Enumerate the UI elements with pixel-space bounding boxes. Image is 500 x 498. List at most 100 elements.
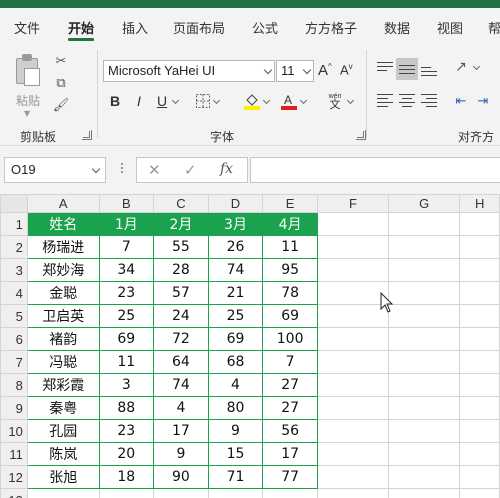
align-right-icon[interactable] xyxy=(421,94,437,108)
table-header-cell[interactable]: 4月 xyxy=(262,212,318,236)
chevron-down-icon[interactable] xyxy=(171,96,180,105)
empty-cell[interactable] xyxy=(459,373,500,397)
align-middle-icon[interactable] xyxy=(399,62,415,76)
table-cell[interactable]: 9 xyxy=(153,442,209,466)
decrease-indent-icon[interactable]: ⇤ xyxy=(452,92,470,110)
empty-cell[interactable] xyxy=(316,235,390,259)
table-cell[interactable]: 55 xyxy=(153,235,209,259)
empty-cell[interactable] xyxy=(316,396,390,420)
empty-cell[interactable] xyxy=(459,350,500,374)
empty-cell[interactable] xyxy=(316,327,390,351)
column-header-c[interactable]: C xyxy=(153,194,209,213)
empty-cell[interactable] xyxy=(459,304,500,328)
phonetic-guide-icon[interactable]: wén 文 xyxy=(324,92,346,111)
empty-cell[interactable] xyxy=(388,373,461,397)
table-cell[interactable]: 23 xyxy=(98,281,155,305)
table-cell[interactable]: 56 xyxy=(262,419,318,443)
table-cell[interactable]: 郑彩霞 xyxy=(26,373,100,397)
empty-cell[interactable] xyxy=(388,442,461,466)
paste-dropdown-icon[interactable]: ▼ xyxy=(24,109,30,118)
empty-cell[interactable] xyxy=(388,488,461,498)
table-cell[interactable]: 张旭 xyxy=(26,465,100,489)
empty-cell[interactable] xyxy=(459,235,500,259)
table-cell[interactable]: 95 xyxy=(262,258,318,282)
align-bottom-icon[interactable] xyxy=(421,62,437,76)
row-header[interactable]: 1 xyxy=(0,212,28,236)
bold-button[interactable]: B xyxy=(106,92,124,110)
tab-file[interactable]: 文件 xyxy=(14,18,40,37)
empty-cell[interactable] xyxy=(316,212,390,236)
table-cell[interactable]: 69 xyxy=(262,304,318,328)
increase-font-icon[interactable]: A^ xyxy=(318,62,332,79)
table-cell[interactable]: 15 xyxy=(207,442,264,466)
table-cell[interactable]: 78 xyxy=(262,281,318,305)
row-header[interactable]: 11 xyxy=(0,442,28,466)
empty-cell[interactable] xyxy=(316,258,390,282)
empty-cell[interactable] xyxy=(316,304,390,328)
table-cell[interactable]: 26 xyxy=(207,235,264,259)
underline-button[interactable]: U xyxy=(153,92,171,110)
cancel-icon[interactable]: ✕ xyxy=(148,161,161,179)
empty-cell[interactable] xyxy=(316,488,390,498)
sheet-table[interactable]: ABCDEFGH 1 姓名 1月 2月 3月 4月 2 杨瑞进 7 55 26 11 3 郑妙海 34 28 7… xyxy=(0,194,500,498)
table-cell[interactable]: 57 xyxy=(153,281,209,305)
table-cell[interactable]: 28 xyxy=(153,258,209,282)
chevron-down-icon[interactable] xyxy=(472,62,481,71)
table-cell[interactable]: 100 xyxy=(262,327,318,351)
empty-cell[interactable] xyxy=(388,350,461,374)
table-cell[interactable]: 陈岚 xyxy=(26,442,100,466)
tab-help[interactable]: 帮 xyxy=(488,18,500,37)
row-header[interactable]: 8 xyxy=(0,373,28,397)
cut-icon[interactable]: ✂ xyxy=(52,52,70,70)
decrease-font-icon[interactable]: Av xyxy=(340,62,353,77)
column-header-a[interactable]: A xyxy=(26,194,100,213)
table-header-cell[interactable]: 1月 xyxy=(98,212,155,236)
insert-function-icon[interactable]: fx xyxy=(220,161,233,177)
table-cell[interactable]: 72 xyxy=(153,327,209,351)
column-header-d[interactable]: D xyxy=(207,194,264,213)
row-header[interactable]: 3 xyxy=(0,258,28,282)
formula-input[interactable] xyxy=(250,157,500,183)
chevron-down-icon[interactable] xyxy=(346,96,355,105)
empty-cell[interactable] xyxy=(388,304,461,328)
table-cell[interactable]: 秦粤 xyxy=(26,396,100,420)
font-color-icon[interactable]: A xyxy=(280,92,298,110)
table-cell[interactable]: 71 xyxy=(207,465,264,489)
formula-bar-splitter[interactable] xyxy=(121,163,123,177)
table-header-cell[interactable]: 姓名 xyxy=(26,212,100,236)
table-header-cell[interactable]: 3月 xyxy=(207,212,264,236)
worksheet-grid[interactable]: ABCDEFGH 1 姓名 1月 2月 3月 4月 2 杨瑞进 7 55 26 11 3 郑妙海 34 28 7… xyxy=(0,194,500,498)
table-cell[interactable]: 3 xyxy=(98,373,155,397)
table-cell[interactable]: 4 xyxy=(207,373,264,397)
empty-cell[interactable] xyxy=(316,465,390,489)
tab-view[interactable]: 视图 xyxy=(437,18,463,37)
empty-cell[interactable] xyxy=(316,442,390,466)
table-cell[interactable]: 孔园 xyxy=(26,419,100,443)
chevron-down-icon[interactable] xyxy=(212,96,221,105)
row-header[interactable]: 7 xyxy=(0,350,28,374)
table-cell[interactable]: 27 xyxy=(262,373,318,397)
column-header-f[interactable]: F xyxy=(316,194,390,213)
empty-cell[interactable] xyxy=(388,212,461,236)
font-name-select[interactable]: Microsoft YaHei UI xyxy=(103,60,275,82)
table-cell[interactable]: 7 xyxy=(98,235,155,259)
empty-cell[interactable] xyxy=(388,396,461,420)
table-cell[interactable]: 9 xyxy=(207,419,264,443)
table-cell[interactable]: 69 xyxy=(98,327,155,351)
row-header[interactable]: 6 xyxy=(0,327,28,351)
empty-cell[interactable] xyxy=(459,327,500,351)
table-cell[interactable]: 34 xyxy=(98,258,155,282)
table-cell[interactable]: 杨瑞进 xyxy=(26,235,100,259)
table-cell[interactable]: 69 xyxy=(207,327,264,351)
column-header-e[interactable]: E xyxy=(262,194,318,213)
table-cell[interactable]: 11 xyxy=(98,350,155,374)
empty-cell[interactable] xyxy=(316,419,390,443)
table-cell[interactable]: 74 xyxy=(153,373,209,397)
empty-cell[interactable] xyxy=(459,465,500,489)
table-cell[interactable]: 卫启英 xyxy=(26,304,100,328)
empty-cell[interactable] xyxy=(207,488,264,498)
chevron-down-icon[interactable] xyxy=(91,164,101,174)
table-cell[interactable]: 21 xyxy=(207,281,264,305)
paste-button[interactable]: 粘贴 ▼ xyxy=(10,52,44,118)
empty-cell[interactable] xyxy=(459,258,500,282)
